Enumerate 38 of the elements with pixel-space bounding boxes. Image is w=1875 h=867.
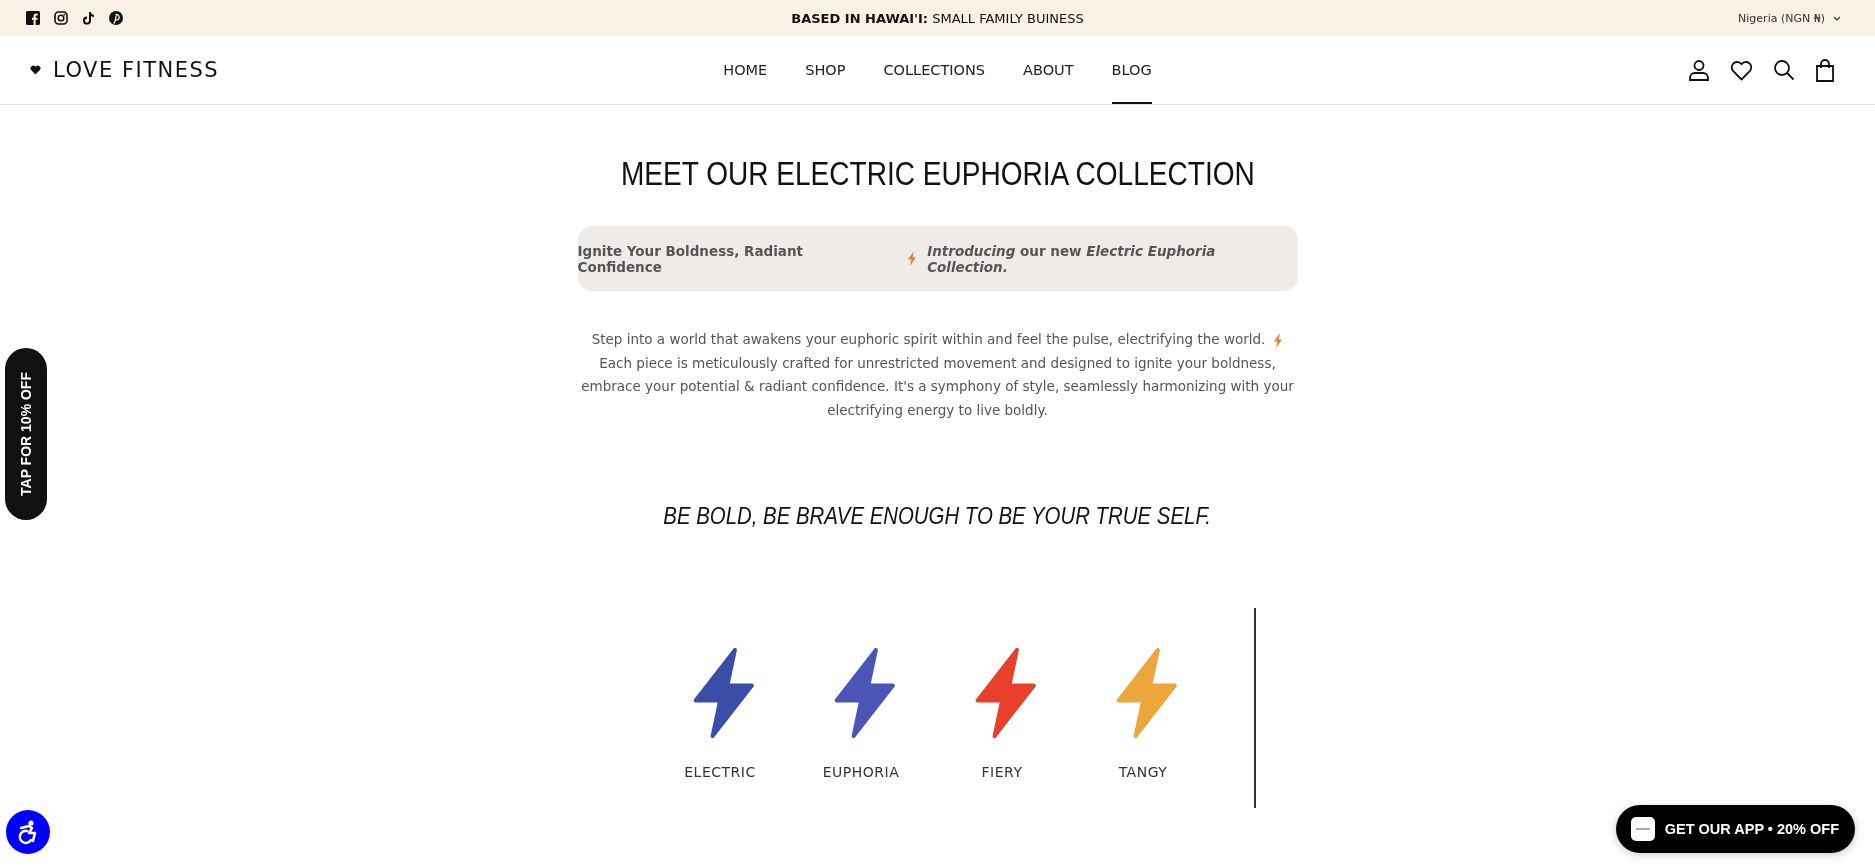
heart-icon — [30, 65, 41, 75]
lightning-swatch[interactable] — [693, 647, 754, 739]
color-label[interactable]: EUPHORIA — [822, 764, 900, 780]
logo[interactable]: LOVE FITNESS — [53, 58, 220, 82]
tagline: BE BOLD, BE BRAVE ENOUGH TO BE YOUR TRUE SELF. — [663, 502, 1212, 530]
account-icon[interactable] — [1688, 59, 1710, 81]
banner-text: Introducing our new Electric Euphoria Collection. — [927, 242, 1217, 275]
chevron-down-icon — [1833, 15, 1841, 21]
search-icon[interactable] — [1773, 59, 1795, 81]
lightning-swatch[interactable] — [834, 647, 895, 739]
nav-link[interactable]: HOME — [723, 36, 768, 104]
nav-link[interactable]: COLLECTIONS — [883, 36, 986, 104]
lightning-icon — [1273, 332, 1284, 348]
discount-tab[interactable]: TAP FOR 10% OFF — [5, 348, 47, 520]
lightning-icon — [907, 251, 918, 266]
currency-selector[interactable]: Nigeria (NGN ₦) — [1732, 10, 1847, 26]
color-label[interactable]: FIERY — [981, 764, 1023, 780]
app-button[interactable]: GET OUR APP • 20% OFF — [1615, 805, 1855, 853]
nav-link[interactable]: ABOUT — [1023, 36, 1074, 104]
tiktok-icon[interactable] — [82, 11, 95, 25]
announcement-text: BASED IN HAWAI'I: SMALL FAMILY BUINESS — [791, 10, 1084, 26]
instagram-icon[interactable] — [54, 11, 68, 25]
accessibility-button[interactable] — [6, 810, 50, 854]
intro-text: Each piece is meticulously crafted for unrestricted movement and designed to ignite your boldness, embrace your potential & radiant confidence. It's a symphony of style, seamlessly harmonizing with your electrifying energy to live boldly. — [580, 353, 1295, 420]
nav-link[interactable]: BLOG — [1111, 36, 1152, 104]
facebook-icon[interactable] — [26, 11, 40, 25]
lightning-swatch[interactable] — [1116, 647, 1177, 739]
lightning-swatch[interactable] — [975, 647, 1036, 739]
page-title: MEET OUR ELECTRIC EUPHORIA COLLECTION — [620, 155, 1255, 193]
intro-text: Step into a world that awakens your euphoric spirit within and feel the pulse, electrifying the world. — [591, 331, 1266, 347]
pinterest-icon[interactable] — [109, 11, 123, 25]
color-label[interactable]: TANGY — [1118, 764, 1168, 780]
shopping-bag-icon[interactable] — [1815, 58, 1835, 82]
heart-icon[interactable] — [1730, 59, 1753, 81]
app-logo-icon — [1630, 817, 1655, 841]
banner-lead: Ignite Your Boldness, Radiant Confidence — [577, 242, 804, 275]
nav-link[interactable]: SHOP — [805, 36, 846, 104]
color-label[interactable]: ELECTRIC — [684, 764, 756, 780]
